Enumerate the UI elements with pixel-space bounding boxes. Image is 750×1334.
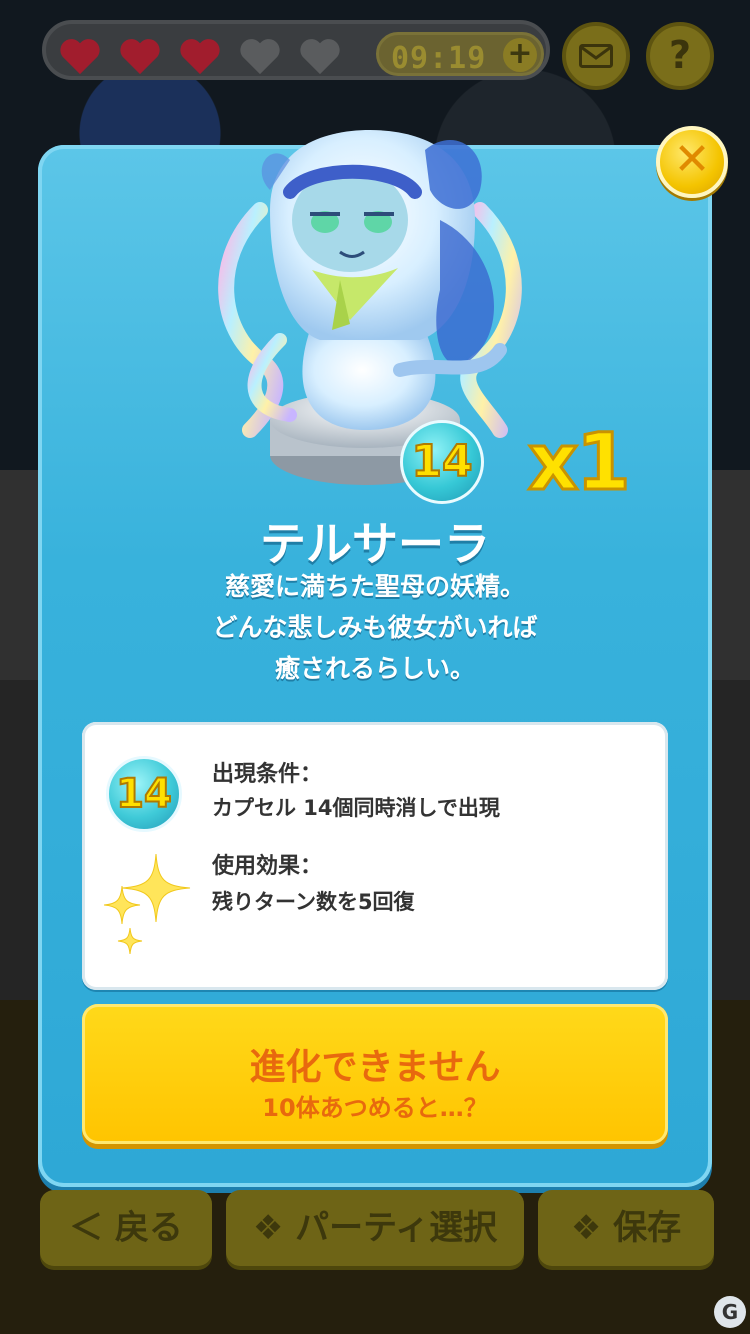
life-timer: 09:19 + (376, 32, 544, 76)
condition-label: 出現条件： (212, 762, 323, 787)
capsule-count-badge: 14 (400, 420, 484, 504)
evolve-button[interactable]: 進化できません 10体あつめると…？ (82, 1004, 668, 1144)
character-name: テルサーラ (260, 517, 490, 571)
sparkle-icon (103, 853, 191, 955)
description-line: 慈愛に満ちた聖母の妖精。 (224, 572, 525, 601)
close-icon: ✕ (673, 134, 711, 185)
help-button[interactable]: ? (646, 22, 714, 90)
description-line: どんな悲しみも彼女がいれば (212, 613, 538, 642)
owned-quantity: x1 (527, 417, 633, 510)
effect-label: 使用効果： (212, 854, 323, 879)
heart-full-icon (58, 36, 102, 76)
save-button[interactable]: ❖ 保存 (538, 1190, 714, 1266)
timer-text: 09:19 (391, 41, 487, 76)
envelope-icon (579, 44, 613, 68)
capsule-count-icon: 14 (106, 756, 182, 832)
lives-bar: 09:19 + (42, 20, 550, 80)
character-description: 慈愛に満ちた聖母の妖精。 どんな悲しみも彼女がいれば 癒されるらしい。 (0, 566, 750, 689)
heart-full-icon (118, 36, 162, 76)
back-button[interactable]: ＜ 戻る (40, 1190, 212, 1266)
condition-value: カプセル 14個同時消しで出現 (212, 796, 500, 820)
mail-button[interactable] (562, 22, 630, 90)
close-button[interactable]: ✕ (656, 126, 728, 198)
heart-full-icon (178, 36, 222, 76)
heart-empty-icon (298, 36, 342, 76)
effect-value: 残りターン数を5回復 (212, 890, 415, 914)
evolve-button-hint: 10体あつめると…？ (262, 1094, 488, 1122)
heart-empty-icon (238, 36, 282, 76)
add-lives-button[interactable]: + (503, 38, 537, 72)
evolve-button-label: 進化できません (249, 1047, 501, 1088)
character-figure-illustration (218, 130, 522, 485)
party-select-button[interactable]: ❖ パーティ選択 (226, 1190, 524, 1266)
site-watermark-logo: G (714, 1296, 746, 1328)
description-line: 癒されるらしい。 (274, 654, 475, 683)
